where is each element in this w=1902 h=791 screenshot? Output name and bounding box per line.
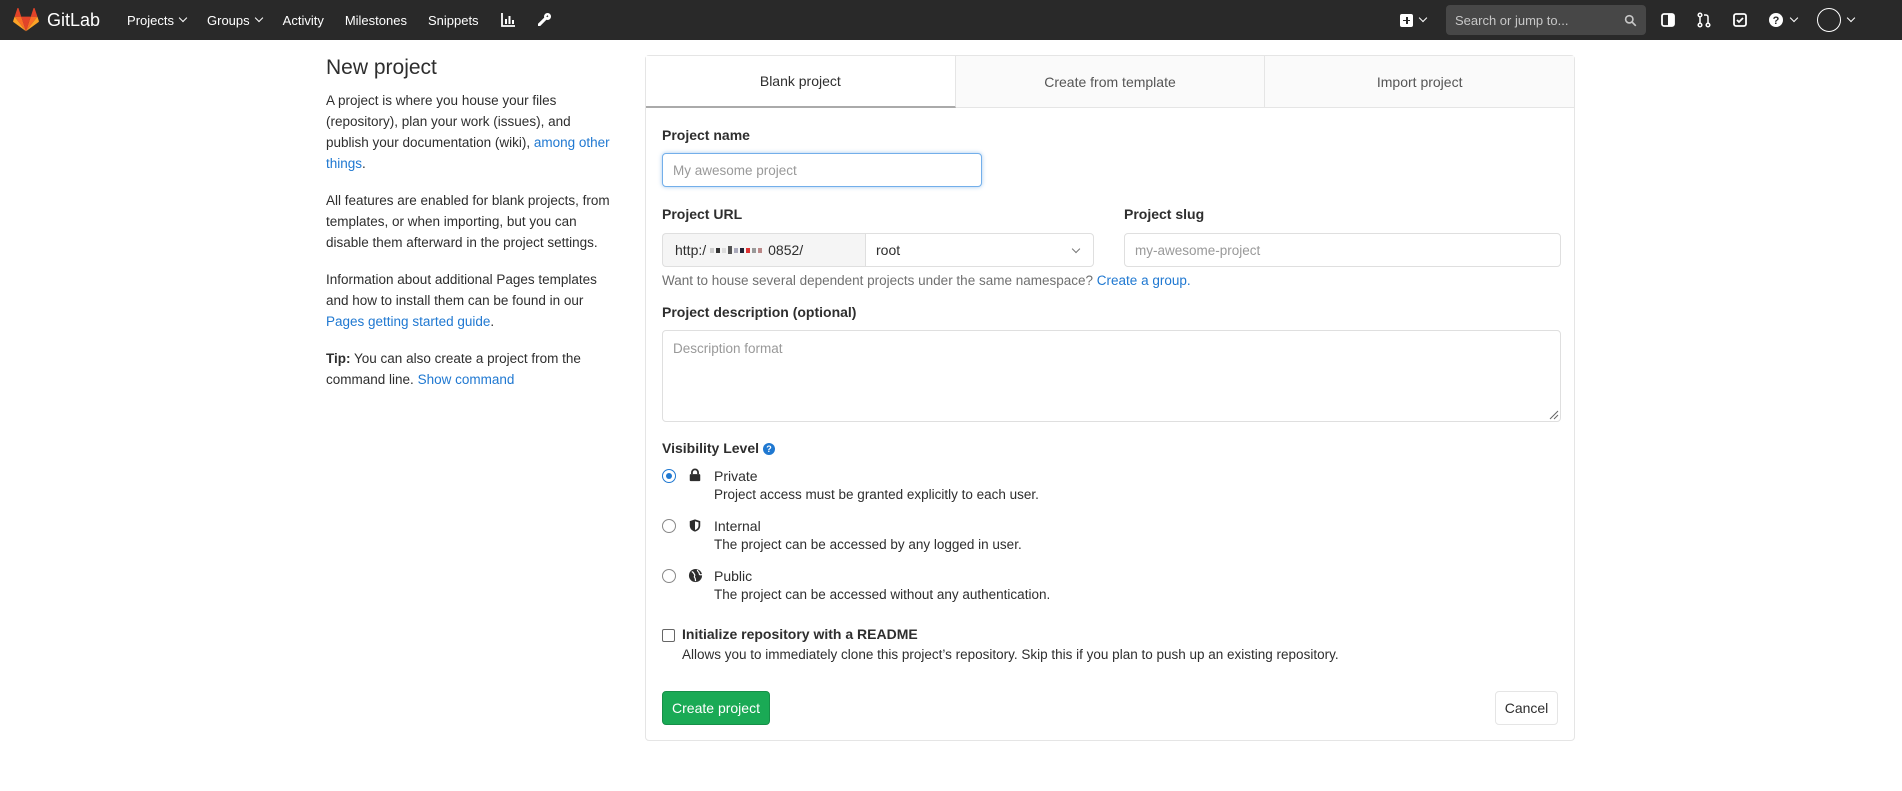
url-redacted-pixels xyxy=(710,246,764,254)
chevron-down-icon xyxy=(1071,244,1081,254)
project-slug-input[interactable] xyxy=(1124,233,1561,267)
create-group-link[interactable]: Create a group. xyxy=(1097,273,1191,288)
visibility-level-label: Visibility Level? xyxy=(662,440,776,456)
todo-check-icon[interactable] xyxy=(1732,12,1748,28)
visibility-level-text: Visibility Level xyxy=(662,440,760,456)
namespace-help-text: Want to house several dependent projects… xyxy=(662,273,1094,288)
internal-radio[interactable] xyxy=(662,519,676,533)
project-url-label: Project URL xyxy=(662,206,743,222)
url-prefix-end: 0852/ xyxy=(768,242,804,258)
new-project-panel: Blank project Create from template Impor… xyxy=(645,55,1575,741)
tab-import-project[interactable]: Import project xyxy=(1265,56,1574,107)
project-description-label: Project description (optional) xyxy=(662,304,857,320)
pages-guide-link[interactable]: Pages getting started guide xyxy=(326,314,490,329)
tip-label: Tip: xyxy=(326,351,351,366)
help-icon[interactable]: ? xyxy=(1768,12,1799,28)
resize-handle-icon[interactable] xyxy=(1549,410,1559,420)
nav-projects[interactable]: Projects xyxy=(127,12,188,28)
new-dropdown-button[interactable] xyxy=(1400,13,1428,27)
nav-activity[interactable]: Activity xyxy=(283,13,324,28)
pages-period: . xyxy=(490,314,495,329)
avatar xyxy=(1817,8,1841,32)
nav-groups-label: Groups xyxy=(207,12,250,28)
visibility-option-public[interactable]: Public The project can be accessed witho… xyxy=(662,567,1050,605)
create-project-button[interactable]: Create project xyxy=(662,691,770,725)
search-input[interactable]: Search or jump to... xyxy=(1446,5,1646,35)
readme-checkbox[interactable] xyxy=(662,629,675,642)
tab-create-from-template[interactable]: Create from template xyxy=(956,56,1266,107)
chevron-down-icon xyxy=(1846,13,1856,23)
namespace-help: Want to house several dependent projects… xyxy=(662,273,1191,288)
visibility-option-internal[interactable]: Internal The project can be accessed by … xyxy=(662,517,1022,555)
nav-milestones-label: Milestones xyxy=(344,12,407,28)
internal-description: The project can be accessed by any logge… xyxy=(714,537,1022,552)
features-paragraph: All features are enabled for blank proje… xyxy=(326,193,610,250)
question-circle-icon[interactable]: ? xyxy=(763,443,776,455)
namespace-value: root xyxy=(876,242,901,258)
intro-period: . xyxy=(362,156,366,171)
chevron-down-icon xyxy=(1789,13,1799,23)
project-url-prefix: http:/ 0852/ xyxy=(662,233,865,267)
user-menu[interactable] xyxy=(1817,8,1856,32)
shield-icon xyxy=(687,517,703,533)
readme-label[interactable]: Initialize repository with a README xyxy=(682,626,918,642)
project-description-textarea[interactable] xyxy=(662,330,1561,422)
pages-paragraph: Information about additional Pages templ… xyxy=(326,269,616,332)
public-title: Public xyxy=(714,568,753,584)
project-tabs: Blank project Create from template Impor… xyxy=(646,56,1574,108)
search-icon xyxy=(1624,14,1637,26)
project-name-label: Project name xyxy=(662,127,750,143)
nav-groups[interactable]: Groups xyxy=(207,12,263,28)
sidebar-description: New project A project is where you house… xyxy=(326,56,616,406)
nav-activity-label: Activity xyxy=(282,12,324,28)
top-navbar: GitLab Projects Groups Activity Mileston… xyxy=(0,0,1902,40)
search-placeholder: Search or jump to... xyxy=(1455,12,1569,28)
plus-square-icon xyxy=(1400,13,1413,27)
gitlab-logo-icon xyxy=(13,8,39,32)
url-prefix-start: http:/ xyxy=(675,242,707,258)
pages-text: Information about additional Pages templ… xyxy=(326,272,597,308)
project-name-input[interactable] xyxy=(662,153,982,187)
visibility-option-private[interactable]: Private Project access must be granted e… xyxy=(662,467,1039,505)
intro-paragraph: A project is where you house your files … xyxy=(326,90,616,174)
nav-snippets-label: Snippets xyxy=(427,12,479,28)
private-description: Project access must be granted explicitl… xyxy=(714,487,1039,502)
public-description: The project can be accessed without any … xyxy=(714,587,1051,602)
public-radio[interactable] xyxy=(662,569,676,583)
chevron-down-icon xyxy=(254,13,263,23)
sidebar-toggle-icon[interactable] xyxy=(1660,12,1676,28)
svg-text:?: ? xyxy=(1773,15,1780,27)
internal-title: Internal xyxy=(714,518,761,534)
globe-icon xyxy=(687,567,703,583)
cancel-button[interactable]: Cancel xyxy=(1495,691,1558,725)
tab-blank-project[interactable]: Blank project xyxy=(646,56,956,108)
nav-projects-label: Projects xyxy=(127,12,175,28)
page-title: New project xyxy=(326,56,437,79)
nav-milestones[interactable]: Milestones xyxy=(345,13,407,28)
gitlab-home-link[interactable]: GitLab xyxy=(13,8,100,32)
nav-snippets[interactable]: Snippets xyxy=(428,13,479,28)
chevron-down-icon xyxy=(178,13,188,23)
chevron-down-icon xyxy=(1418,13,1428,23)
merge-request-icon[interactable] xyxy=(1696,12,1712,28)
private-title: Private xyxy=(714,468,758,484)
tip-paragraph: Tip: You can also create a project from … xyxy=(326,348,616,390)
wrench-icon[interactable] xyxy=(536,12,552,28)
readme-help: Allows you to immediately clone this pro… xyxy=(682,647,1339,662)
namespace-select[interactable]: root xyxy=(865,233,1094,267)
brand-name: GitLab xyxy=(47,9,101,30)
show-command-link[interactable]: Show command xyxy=(418,372,515,387)
project-slug-label: Project slug xyxy=(1124,206,1205,222)
lock-icon xyxy=(687,467,703,483)
private-radio[interactable] xyxy=(662,469,676,483)
chart-icon[interactable] xyxy=(500,12,516,28)
